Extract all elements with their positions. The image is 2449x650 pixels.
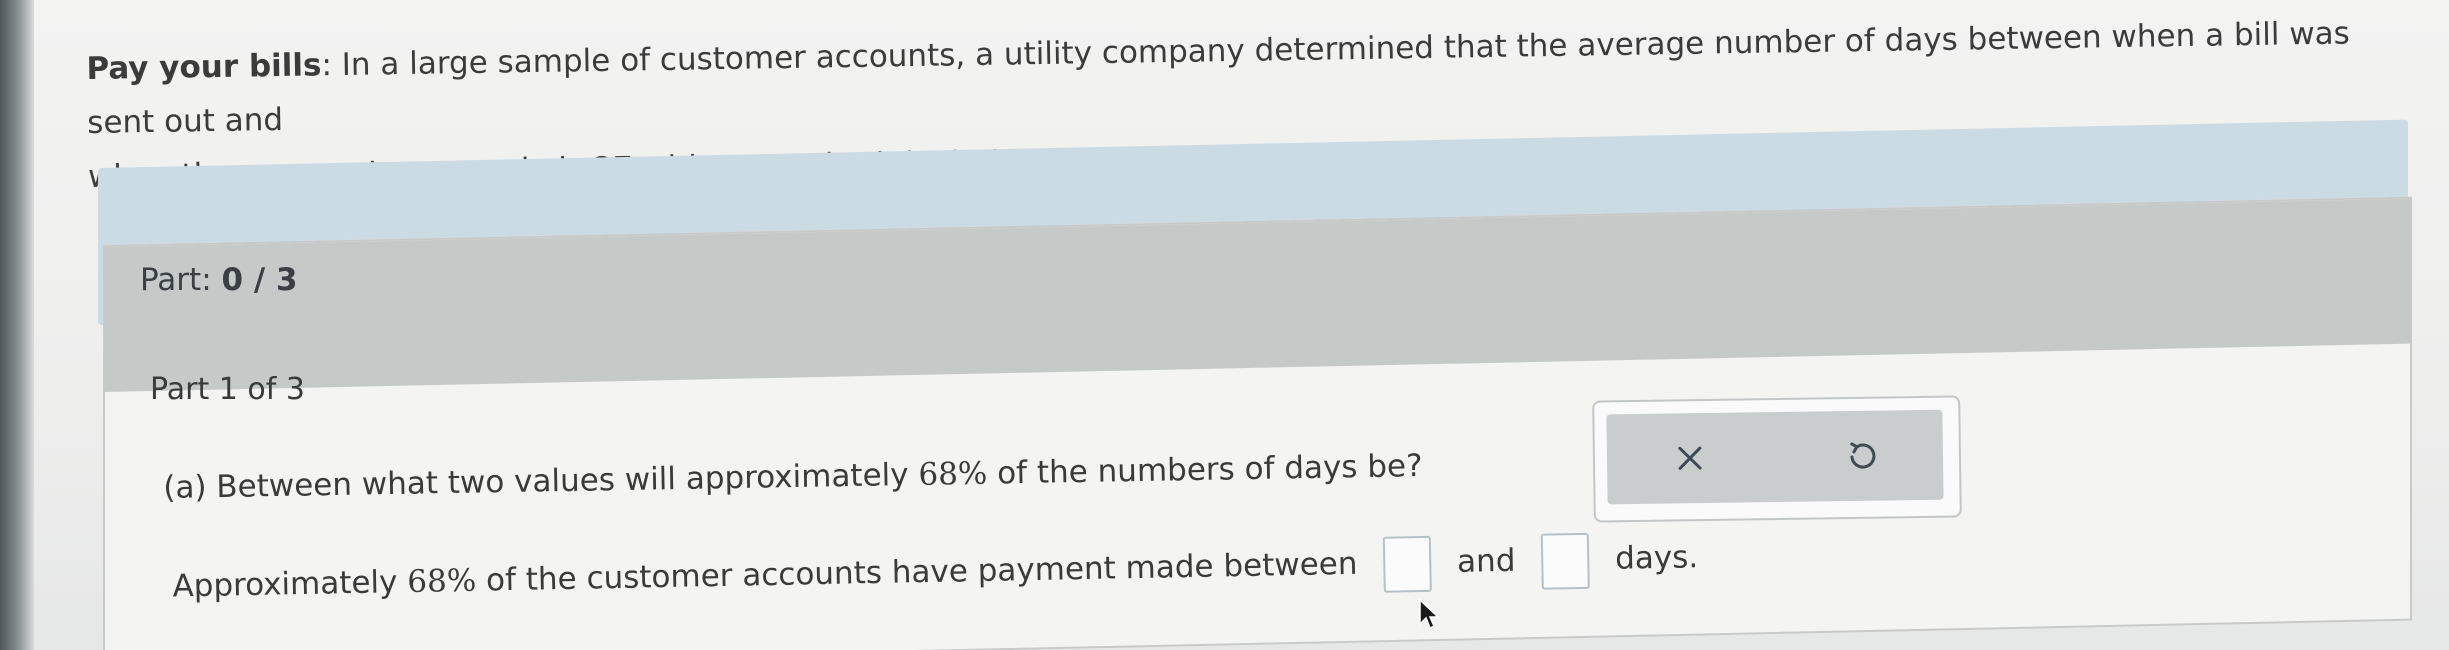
clear-button[interactable] [1667, 435, 1714, 482]
progress-value: 0 / 3 [221, 262, 298, 298]
answer-action-panel [1592, 395, 1962, 523]
answer-conj: and [1456, 542, 1516, 580]
undo-button[interactable] [1839, 432, 1886, 479]
answer-input-lower[interactable] [1382, 535, 1432, 593]
assignment-page: Pay your bills: In a large sample of cus… [0, 0, 2449, 650]
mouse-cursor-icon [1419, 598, 1440, 630]
progress-label-text: Part: [140, 262, 222, 298]
part-title: Part 1 of 3 [150, 372, 305, 407]
close-icon [1678, 446, 1702, 470]
undo-icon [1850, 442, 1876, 469]
answer-input-upper[interactable] [1540, 532, 1590, 590]
problem-text-1: In a large sample of customer accounts, … [86, 15, 2351, 141]
action-panel-inner [1606, 409, 1944, 505]
question-suffix: of the numbers of days be? [986, 448, 1423, 492]
progress-label: Part: 0 / 3 [140, 262, 298, 298]
question-percent: 68% [918, 455, 988, 493]
answer-percent: 68% [406, 562, 477, 600]
answer-middle: of the customer accounts have payment ma… [475, 545, 1358, 599]
answer-prefix: Approximately [172, 563, 408, 605]
problem-title: Pay your bills [86, 47, 322, 87]
answer-suffix: days. [1614, 539, 1699, 577]
window-edge [0, 0, 34, 650]
